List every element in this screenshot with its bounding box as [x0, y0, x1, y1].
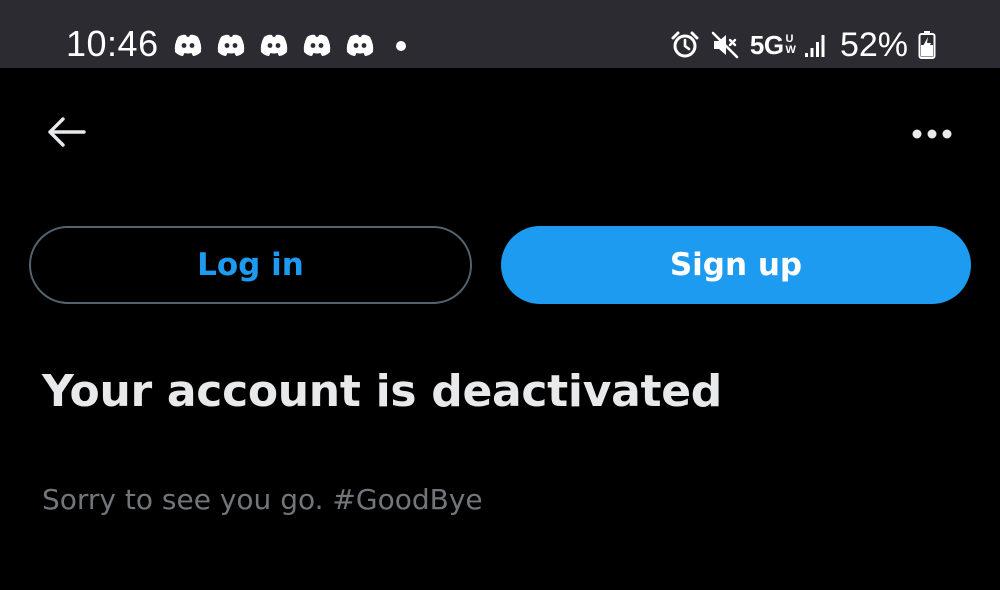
discord-icon [216, 33, 246, 59]
battery-charging-icon [918, 30, 936, 60]
signal-bars-icon [804, 32, 828, 58]
system-status: 5G U W 52% [670, 26, 936, 64]
alarm-icon [670, 30, 700, 60]
dot-icon [396, 41, 406, 51]
discord-icon [173, 33, 203, 59]
login-button[interactable]: Log in [29, 226, 472, 304]
discord-icon [259, 33, 289, 59]
more-horizontal-icon [911, 125, 953, 144]
network-badge: U W [785, 33, 796, 56]
page-title: Your account is deactivated [42, 366, 722, 417]
arrow-left-icon [46, 116, 86, 152]
more-options-button[interactable] [904, 112, 960, 156]
notification-icons [173, 32, 406, 60]
signup-button[interactable]: Sign up [501, 226, 971, 304]
discord-icon [302, 33, 332, 59]
vibrate-mute-icon [710, 30, 740, 60]
battery-percent: 52% [839, 26, 908, 64]
top-navigation [0, 68, 1000, 198]
back-button[interactable] [38, 108, 94, 160]
status-time: 10:46 [66, 23, 159, 64]
status-bar: 10:46 5G U W 52% [0, 0, 1000, 68]
network-type: 5G [749, 30, 784, 60]
deactivation-message: Sorry to see you go. #GoodBye [42, 483, 483, 516]
discord-icon [345, 33, 375, 59]
